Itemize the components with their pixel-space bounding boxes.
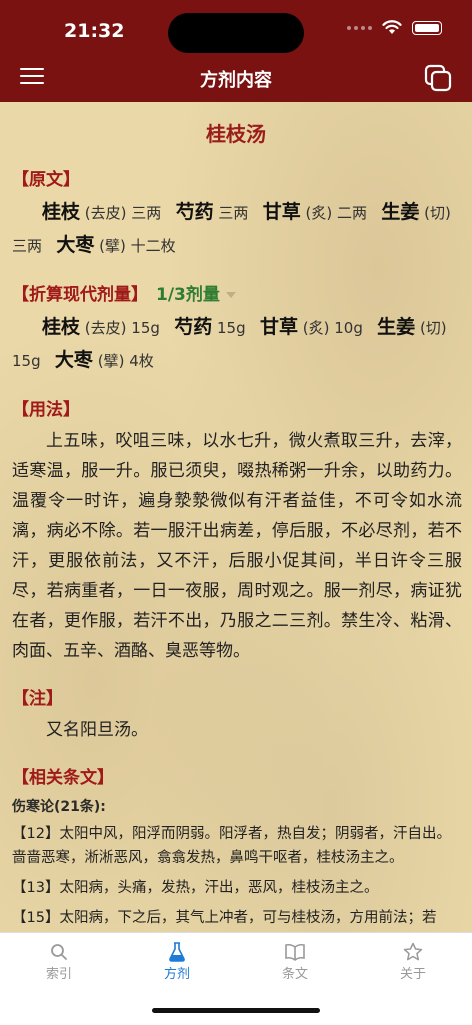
herb-item: 桂枝 (去皮) 15g	[42, 316, 160, 338]
copy-icon[interactable]	[424, 64, 452, 92]
formula-name: 桂枝汤	[206, 122, 266, 146]
herb-item: 芍药 三两	[175, 201, 249, 223]
modern-herb-list: 桂枝 (去皮) 15g 芍药 15g 甘草 (炙) 10g 生姜 (切) 15g…	[12, 311, 462, 377]
book-icon	[285, 943, 305, 961]
herb-item: 桂枝 (去皮) 三两	[42, 201, 162, 223]
flask-icon	[169, 942, 185, 962]
formula-content[interactable]: 桂枝汤 【原文】 桂枝 (去皮) 三两 芍药 三两 甘草 (炙) 二两 生姜 (…	[0, 102, 472, 932]
clause-source: 伤寒论(21条):	[12, 799, 106, 815]
original-herb-list: 桂枝 (去皮) 三两 芍药 三两 甘草 (炙) 二两 生姜 (切) 三两 大枣 …	[12, 196, 462, 262]
status-icons	[347, 20, 442, 35]
tab-clauses[interactable]: 条文	[236, 941, 354, 982]
herb-item: 甘草 (炙) 10g	[259, 316, 363, 338]
herb-item: 甘草 (炙) 二两	[262, 201, 368, 223]
battery-icon	[412, 20, 442, 35]
status-time: 21:32	[64, 20, 125, 42]
note-text: 又名阳旦汤。	[46, 720, 148, 740]
clause-item[interactable]: 【12】太阳中风，阳浮而阴弱。阳浮者，热自发；阴弱者，汗自出。啬啬恶寒，淅淅恶风…	[12, 822, 462, 870]
note-heading: 【注】	[12, 689, 63, 709]
usage-text: 上五味，㕮咀三味，以水七升，微火煮取三升，去滓，适寒温，服一升。服已须臾，啜热稀…	[12, 431, 462, 661]
original-section: 【原文】 桂枝 (去皮) 三两 芍药 三两 甘草 (炙) 二两 生姜 (切) 三…	[0, 165, 472, 930]
app-header: 21:32 方剂内容	[0, 0, 472, 102]
tab-about[interactable]: 关于	[354, 941, 472, 982]
related-heading: 【相关条文】	[12, 768, 114, 788]
home-indicator[interactable]	[152, 1008, 320, 1013]
tab-index[interactable]: 索引	[0, 941, 118, 982]
clause-item[interactable]: 【15】太阳病，下之后，其气上冲者，可与桂枝汤，方用前法；若	[12, 906, 462, 930]
search-icon	[51, 944, 67, 960]
star-icon	[403, 942, 423, 961]
dropdown-arrow-icon	[225, 292, 236, 298]
usage-heading: 【用法】	[12, 400, 80, 420]
dynamic-island	[168, 13, 304, 53]
herb-item: 芍药 15g	[174, 316, 246, 338]
dose-selector[interactable]: 1/3剂量	[156, 285, 236, 305]
tab-formula[interactable]: 方剂	[118, 941, 236, 982]
page-title: 方剂内容	[200, 70, 272, 91]
original-heading: 【原文】	[12, 170, 80, 190]
wifi-icon	[382, 20, 402, 34]
herb-item: 大枣 (擘) 4枚	[54, 349, 154, 371]
clause-item[interactable]: 【13】太阳病，头痛，发热，汗出，恶风，桂枝汤主之。	[12, 876, 462, 900]
cellular-icon	[347, 25, 372, 30]
herb-item: 大枣 (擘) 十二枚	[56, 234, 176, 256]
modern-dose-heading: 【折算现代剂量】 1/3剂量	[12, 280, 462, 305]
